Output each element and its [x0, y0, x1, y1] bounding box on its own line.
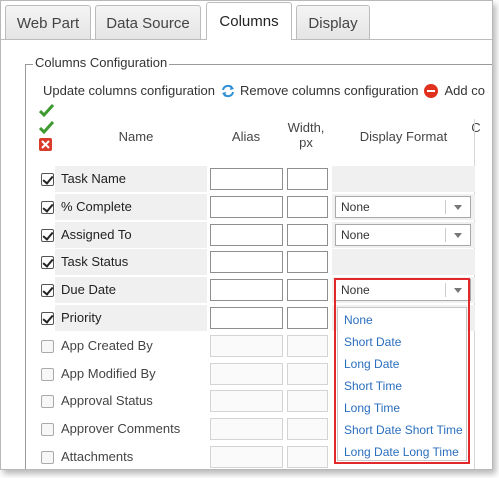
width-input[interactable] — [287, 251, 328, 274]
row-name: App Modified By — [61, 365, 156, 381]
width-input[interactable] — [287, 446, 328, 468]
column-header-extra: C — [471, 120, 481, 135]
row-name: Due Date — [61, 282, 116, 298]
width-input[interactable] — [287, 195, 328, 218]
tab-data-source[interactable]: Data Source — [95, 5, 201, 40]
width-input[interactable] — [287, 223, 328, 246]
display-format-value: None — [341, 199, 370, 214]
alias-input[interactable] — [210, 223, 283, 246]
row-checkbox[interactable] — [41, 367, 54, 381]
alias-input[interactable] — [210, 307, 283, 329]
width-input[interactable] — [287, 279, 328, 302]
row-checkbox[interactable] — [41, 451, 54, 464]
row-name: % Complete — [61, 198, 132, 214]
display-format-select[interactable]: None — [335, 195, 471, 218]
display-format-select[interactable]: None — [335, 279, 471, 302]
check-all-icon[interactable] — [38, 103, 55, 119]
display-format-value: None — [341, 227, 370, 242]
tab-display[interactable]: Display — [296, 5, 370, 40]
select-toggle-icons — [38, 103, 55, 153]
format-cell — [332, 249, 475, 276]
row-name: Priority — [61, 310, 102, 325]
table-row: Assigned To None — [35, 221, 475, 248]
table-row: % Complete None — [35, 193, 475, 220]
row-checkbox[interactable] — [41, 423, 54, 437]
column-header-name: Name — [118, 129, 154, 144]
column-header-width: Width, px — [281, 120, 331, 150]
row-name: Task Name — [61, 171, 127, 186]
column-header-width-unit: px — [299, 135, 313, 150]
row-name: Task Status — [61, 254, 129, 270]
add-column-link[interactable]: Add co — [444, 83, 484, 98]
chevron-down-icon[interactable] — [454, 232, 462, 238]
row-checkbox[interactable] — [41, 228, 54, 242]
alias-input[interactable] — [210, 279, 283, 302]
dropdown-option[interactable]: Long Date — [344, 357, 399, 371]
select-separator — [445, 199, 446, 214]
select-separator — [445, 283, 446, 298]
table-row: Task Status — [35, 249, 475, 276]
fieldset-legend: Columns Configuration — [33, 55, 170, 70]
dropdown-option[interactable]: Short Date Short Time — [344, 423, 463, 437]
column-header-width-label: Width, — [287, 120, 325, 135]
format-cell — [332, 166, 475, 192]
refresh-icon[interactable] — [221, 84, 235, 98]
display-format-value: None — [341, 283, 370, 298]
chevron-down-icon[interactable] — [454, 288, 462, 294]
display-format-select[interactable]: None — [335, 223, 471, 246]
row-checkbox[interactable] — [41, 200, 54, 214]
table-row: Due Date None — [35, 277, 475, 304]
dropdown-option[interactable]: Short Time — [344, 379, 402, 393]
alias-input[interactable] — [210, 390, 283, 413]
row-name: Attachments — [61, 449, 134, 464]
row-checkbox[interactable] — [41, 339, 54, 353]
row-name: Approval Status — [61, 393, 153, 409]
width-input[interactable] — [287, 334, 328, 357]
row-name: App Created By — [61, 337, 153, 353]
tab-columns[interactable]: Columns — [206, 2, 292, 40]
tab-bar: Web Part Data Source Columns Display — [1, 1, 492, 40]
alias-input[interactable] — [210, 446, 283, 468]
dropdown-option[interactable]: Long Date Long Time — [344, 445, 459, 459]
table-row: Task Name — [35, 166, 475, 192]
dropdown-option[interactable]: Short Date — [344, 335, 401, 349]
dropdown-option[interactable]: Long Time — [344, 401, 400, 415]
row-checkbox[interactable] — [41, 284, 54, 298]
alias-input[interactable] — [210, 334, 283, 357]
row-name: Approver Comments — [61, 421, 181, 437]
column-header-alias: Alias — [231, 129, 261, 144]
chevron-down-icon[interactable] — [454, 204, 462, 210]
row-name: Assigned To — [61, 226, 132, 242]
row-checkbox[interactable] — [41, 312, 54, 325]
width-input[interactable] — [287, 418, 328, 441]
width-input[interactable] — [287, 168, 328, 190]
update-columns-link[interactable]: Update columns configuration — [43, 83, 215, 98]
actions-row: Update columns configuration Remove colu… — [43, 83, 485, 98]
column-header-display-format: Display Format — [359, 129, 448, 144]
row-checkbox[interactable] — [41, 173, 54, 186]
alias-input[interactable] — [210, 251, 283, 274]
alias-input[interactable] — [210, 168, 283, 190]
alias-input[interactable] — [210, 362, 283, 385]
dropdown-option[interactable]: None — [344, 313, 373, 327]
width-input[interactable] — [287, 362, 328, 385]
web-part-editor-window: Web Part Data Source Columns Display Col… — [0, 0, 493, 470]
tab-web-part[interactable]: Web Part — [5, 5, 91, 40]
width-input[interactable] — [287, 307, 328, 329]
check-selected-icon[interactable] — [38, 120, 55, 136]
uncheck-all-icon[interactable] — [39, 138, 52, 151]
remove-icon[interactable] — [424, 83, 439, 98]
row-checkbox[interactable] — [41, 395, 54, 409]
width-input[interactable] — [287, 390, 328, 413]
alias-input[interactable] — [210, 418, 283, 441]
select-separator — [445, 227, 446, 242]
alias-input[interactable] — [210, 195, 283, 218]
remove-columns-link[interactable]: Remove columns configuration — [240, 83, 418, 98]
display-format-dropdown-list: None Short Date Long Date Short Time Long Ti… — [337, 307, 467, 461]
row-checkbox[interactable] — [41, 256, 54, 270]
